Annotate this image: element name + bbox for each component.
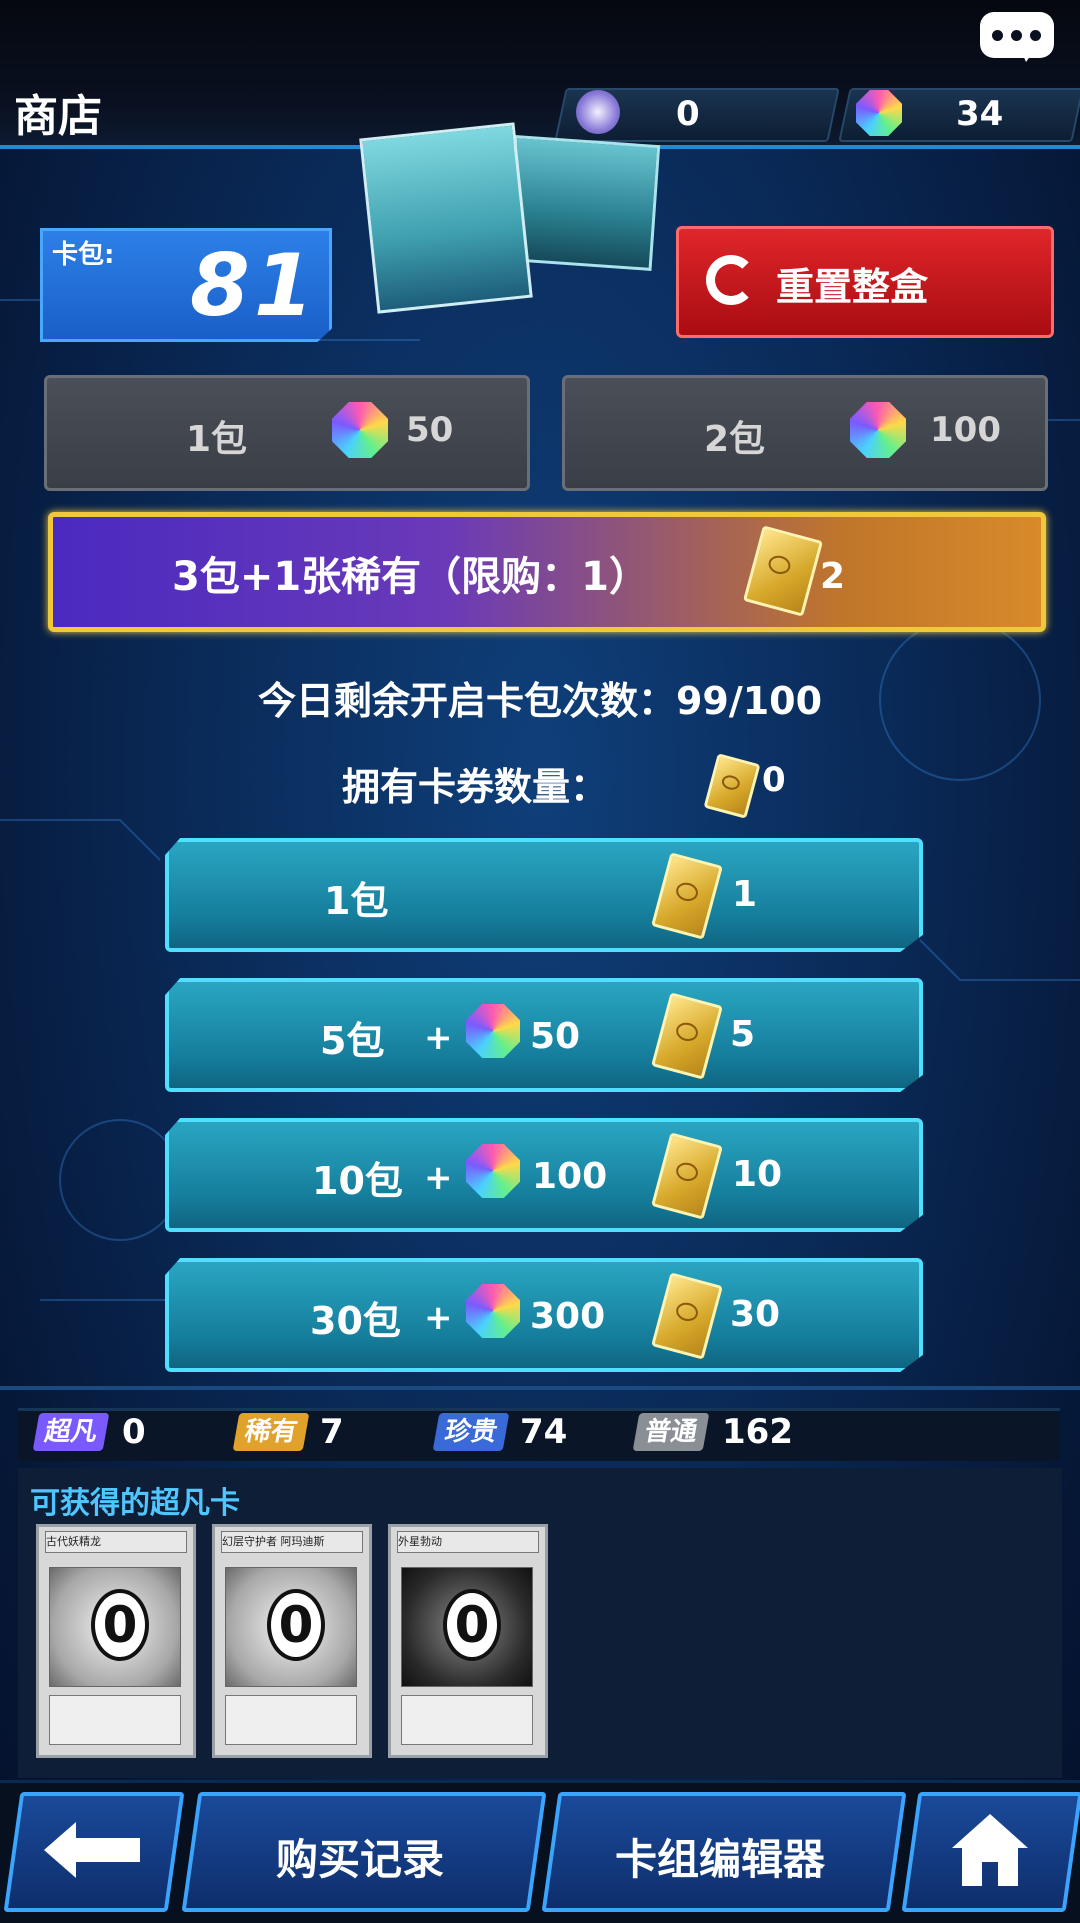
card-name: 幻层守护者 阿玛迪斯 bbox=[221, 1531, 363, 1553]
card-thumbnail[interactable]: 古代妖精龙 0 bbox=[36, 1524, 196, 1758]
rarity-badge-rare: 稀有 bbox=[232, 1413, 310, 1451]
rarity-count-common: 162 bbox=[722, 1412, 793, 1452]
plus-sign: + bbox=[424, 1158, 453, 1198]
card-text-box bbox=[225, 1695, 357, 1745]
ticket-buy-30-label: 30包 bbox=[310, 1299, 401, 1343]
pack-box-art-front bbox=[359, 122, 533, 314]
owned-tickets-label: 拥有卡券数量： bbox=[342, 765, 609, 809]
ticket-buy-5-label: 5包 bbox=[320, 1019, 385, 1063]
deck-editor-label: 卡组编辑器 bbox=[614, 1835, 825, 1884]
ticket-buy-30-gems: 300 bbox=[530, 1296, 606, 1337]
buy-2-pack-price: 100 bbox=[930, 410, 1001, 450]
card-thumbnail[interactable]: 外星勃动 0 bbox=[388, 1524, 548, 1758]
card-owned-count: 0 bbox=[443, 1589, 501, 1661]
rarity-badge-common: 普通 bbox=[632, 1413, 710, 1451]
refresh-icon bbox=[706, 255, 756, 305]
special-offer-cost: 2 bbox=[820, 556, 846, 597]
buy-1-pack-price: 50 bbox=[406, 410, 454, 450]
card-text-box bbox=[401, 1695, 533, 1745]
card-name: 古代妖精龙 bbox=[45, 1531, 187, 1553]
daily-remaining-text: 今日剩余开启卡包次数：99/100 bbox=[257, 679, 823, 723]
ticket-buy-30-cost: 30 bbox=[730, 1294, 781, 1335]
purchase-history-label: 购买记录 bbox=[275, 1835, 444, 1884]
pack-count: 81 bbox=[190, 236, 318, 336]
pack-label: 卡包: bbox=[52, 240, 115, 270]
reset-box-label: 重置整盒 bbox=[776, 265, 929, 309]
ticket-buy-5-gems: 50 bbox=[530, 1016, 581, 1057]
card-thumbnail[interactable]: 幻层守护者 阿玛迪斯 0 bbox=[212, 1524, 372, 1758]
rarity-count-precious: 74 bbox=[520, 1412, 568, 1452]
card-owned-count: 0 bbox=[91, 1589, 149, 1661]
obtainable-cards-title: 可获得的超凡卡 bbox=[30, 1486, 240, 1521]
buy-2-pack-label: 2包 bbox=[704, 419, 766, 460]
ticket-buy-10-gems: 100 bbox=[532, 1156, 608, 1197]
rarity-badge-ultra: 超凡 bbox=[32, 1413, 110, 1451]
rarity-count-rare: 7 bbox=[320, 1412, 344, 1452]
plus-sign: + bbox=[424, 1018, 453, 1058]
special-offer-label: 3包+1张稀有（限购：1） bbox=[172, 554, 650, 600]
gem-icon bbox=[850, 402, 906, 458]
buy-1-pack-label: 1包 bbox=[186, 419, 248, 460]
ticket-buy-1-cost: 1 bbox=[732, 874, 758, 915]
home-icon bbox=[952, 1814, 1028, 1886]
gems-value: 34 bbox=[956, 94, 1004, 134]
owned-tickets-value: 0 bbox=[762, 760, 786, 800]
ticket-buy-10-cost: 10 bbox=[732, 1154, 783, 1195]
card-name: 外星勃动 bbox=[397, 1531, 539, 1553]
card-text-box bbox=[49, 1695, 181, 1745]
card-owned-count: 0 bbox=[267, 1589, 325, 1661]
ticket-buy-10-label: 10包 bbox=[312, 1159, 403, 1203]
page-title: 商店 bbox=[14, 91, 102, 142]
ticket-buy-1-label: 1包 bbox=[324, 879, 389, 923]
plus-sign: + bbox=[424, 1298, 453, 1338]
ticket-buy-5-cost: 5 bbox=[730, 1014, 756, 1055]
point-orb-icon bbox=[576, 90, 620, 134]
points-value: 0 bbox=[676, 94, 700, 134]
chat-button[interactable] bbox=[980, 12, 1054, 62]
pack-box-art-back bbox=[505, 135, 661, 271]
rarity-count-ultra: 0 bbox=[122, 1412, 146, 1452]
section-divider bbox=[0, 1386, 1080, 1390]
arrow-left-icon bbox=[44, 1822, 140, 1878]
rarity-badge-precious: 珍贵 bbox=[432, 1413, 510, 1451]
gem-icon bbox=[856, 90, 902, 136]
buy-1-pack-gems-button[interactable] bbox=[44, 375, 530, 491]
ticket-buy-1-button[interactable] bbox=[165, 838, 923, 952]
